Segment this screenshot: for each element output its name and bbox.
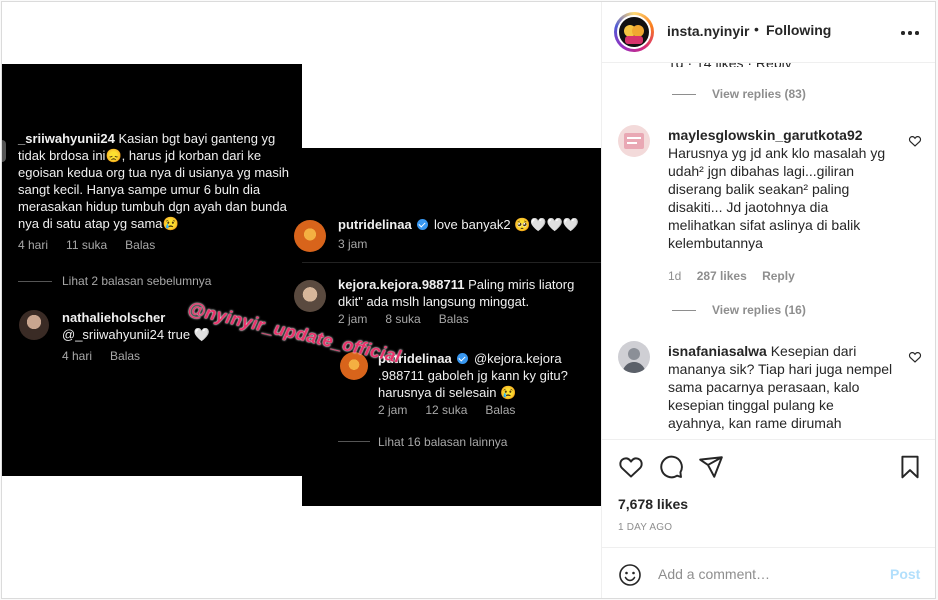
view-previous-replies: Lihat 2 balasan sebelumnya [62,274,212,288]
divider [18,281,52,282]
following-button[interactable]: Following [766,22,831,38]
comment-meta: 4 hari Balas [62,349,141,363]
post-header: insta.nyinyir • Following [602,2,935,63]
comment-text: putridelinaa @kejora.kejora .988711 gabo… [378,351,568,400]
username-link[interactable]: insta.nyinyir [667,23,749,39]
more-options-icon[interactable] [898,20,922,44]
screenshot-left: _sriiwahyunii24 Kasian bgt bayi ganteng … [2,64,302,476]
like-icon[interactable] [618,454,644,480]
avatar-image-icon [618,125,650,157]
post-side-panel: insta.nyinyir • Following 1d · 14 likes … [601,2,935,598]
view-replies-label: View replies (83) [712,87,806,101]
comments-list[interactable]: 1d · 14 likes · Reply View replies (83) … [602,63,935,439]
avatar [294,280,326,312]
story-ring[interactable] [614,12,654,52]
bookmark-icon[interactable] [897,454,923,480]
comment-text: putridelinaa love banyak2 🥺🤍🤍🤍 [338,217,579,232]
comment-meta: 1d 287 likes Reply [668,269,807,283]
comment-text: kejora.kejora.988711 Paling miris liator… [338,277,575,309]
separator-dot: • [754,21,759,37]
verified-icon [417,219,429,230]
screenshot-right: putridelinaa love banyak2 🥺🤍🤍🤍 3 jam kej… [294,148,601,506]
divider [338,441,370,442]
post-media[interactable]: _sriiwahyunii24 Kasian bgt bayi ganteng … [2,2,601,598]
like-heart-icon[interactable] [908,350,922,364]
post-button[interactable]: Post [890,566,920,582]
avatar-image-icon [618,341,650,373]
comment-text: _sriiwahyunii24 Kasian bgt bayi ganteng … [18,131,290,231]
avatar[interactable] [618,341,650,373]
avatar[interactable] [618,125,650,157]
comment-username[interactable]: maylesglowskin_garutkota92 [668,127,863,143]
comment-body: maylesglowskin_garutkota92 Harusnya yg j… [668,126,894,252]
comment-input[interactable] [658,564,878,584]
comment-time: 1d [668,269,682,283]
share-icon[interactable] [698,454,724,480]
avatar [19,310,49,340]
profile-avatar[interactable] [617,15,651,49]
post-container: _sriiwahyunii24 Kasian bgt bayi ganteng … [1,1,936,599]
avatar [294,220,326,252]
comment-icon[interactable] [658,454,684,480]
divider [672,93,696,95]
post-timestamp[interactable]: 1 DAY AGO [618,522,672,533]
comment-username[interactable]: isnafaniasalwa [668,343,767,359]
comment-meta: 2 jam 12 suka Balas [378,403,516,417]
comment-meta: 4 hari 11 suka Balas [18,238,156,252]
view-replies-button[interactable]: View replies (83) [672,87,806,101]
verified-icon [457,353,469,364]
comment-meta: 2 jam 8 suka Balas [338,312,469,326]
view-more-replies: Lihat 16 balasan lainnya [378,435,508,449]
comment-meta: 3 jam [338,237,368,251]
comment-likes[interactable]: 287 likes [697,269,747,283]
divider [672,309,696,311]
likes-count[interactable]: 7,678 likes [618,496,688,512]
add-comment-bar: Post [602,547,935,598]
divider [302,262,601,263]
avatar-partial [2,140,6,162]
action-bar: 7,678 likes 1 DAY AGO [602,439,935,548]
reply-button[interactable]: Reply [762,269,795,283]
comment-text: Harusnya yg jd ank klo masalah yg udah² … [668,145,886,251]
avatar-emoji-icon [624,25,644,44]
view-replies-button[interactable]: View replies (16) [672,303,806,317]
emoji-icon[interactable] [618,563,642,587]
view-replies-label: View replies (16) [712,303,806,317]
like-heart-icon[interactable] [908,134,922,148]
comment-body: isnafaniasalwa Kesepian dari mananya sik… [668,342,894,432]
truncated-comment-meta: 1d · 14 likes · Reply [668,63,792,67]
